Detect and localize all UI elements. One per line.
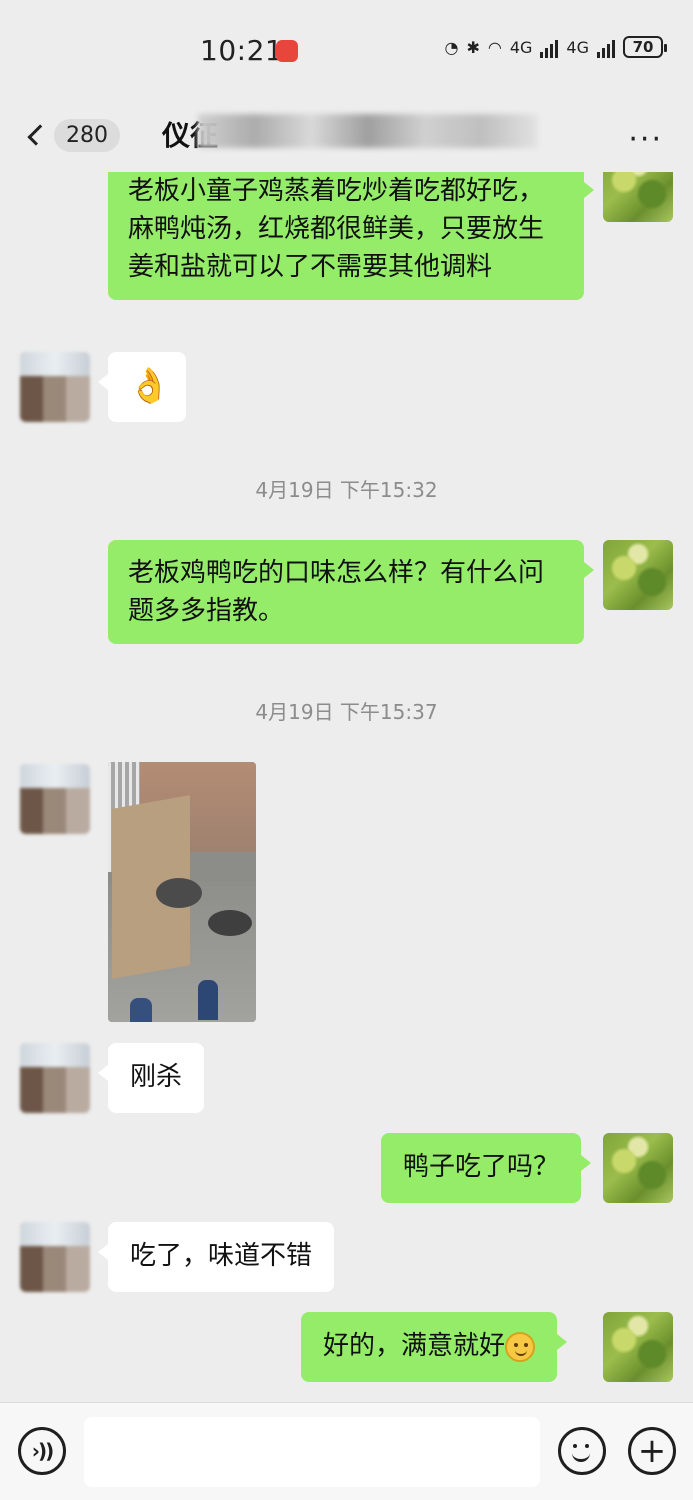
message-bubble-sent[interactable]: 好的，满意就好 [301,1312,568,1382]
bluetooth-icon: ✱ [466,37,480,57]
smile-emoji-icon [505,1331,536,1362]
signal-icon-a [540,36,559,58]
signal-icon-b [597,36,615,58]
emoji-button[interactable] [558,1427,606,1475]
chat-header: 280 仪征 ··· [0,100,693,172]
message-bubble-received[interactable]: 刚杀 [97,1043,205,1113]
self-avatar[interactable] [603,1312,673,1382]
ok-hand-emoji-icon: 👌 [128,366,171,406]
status-bar: 10:21 ◔ ✱ ◠ 4G 4G 70 [0,0,693,100]
status-time: 10:21 [200,34,284,67]
input-bar: ›)) + [0,1402,693,1500]
message-bubble-sent[interactable]: 老板鸡鸭吃的口味怎么样？有什么问题多多指教。 [108,540,594,644]
message-bubble-received[interactable]: 吃了，味道不错 [97,1222,335,1292]
back-button[interactable]: 280 [20,112,120,158]
contact-avatar[interactable] [20,1222,90,1292]
wifi-icon: ◠ [487,37,502,57]
chat-message-list[interactable]: 老板小童子鸡蒸着吃炒着吃都好吃，麻鸭炖汤，红烧都很鲜美，只要放生姜和盐就可以了不… [0,172,693,1402]
contact-avatar[interactable] [20,1043,90,1113]
plus-icon: + [637,1431,667,1471]
contact-avatar[interactable] [20,352,90,422]
self-avatar[interactable] [603,172,673,222]
more-options-button[interactable]: ··· [628,122,663,157]
chevron-left-icon [27,124,49,146]
notification-icon [276,40,298,62]
message-timestamp: 4月19日 下午15:37 [255,700,438,724]
image-message[interactable] [108,762,256,1022]
blurred-title-region [198,114,538,148]
message-bubble-sent[interactable]: 鸭子吃了吗？ [381,1133,592,1203]
status-icons: ◔ ✱ ◠ 4G 4G 70 [444,36,667,58]
unread-count-badge: 280 [54,118,120,152]
voice-input-button[interactable]: ›)) [18,1427,66,1475]
network-label-b: 4G [566,37,589,57]
network-label-a: 4G [509,37,533,57]
smiley-face-icon [569,1438,595,1464]
self-avatar[interactable] [603,540,673,610]
message-text: 好的，满意就好 [323,1331,506,1361]
speed-icon: ◔ [444,37,459,57]
battery-icon: 70 [623,36,667,58]
message-input[interactable] [84,1417,540,1487]
voice-wave-icon: ›)) [31,1439,54,1463]
more-actions-button[interactable]: + [628,1427,676,1475]
message-bubble-sent[interactable]: 老板小童子鸡蒸着吃炒着吃都好吃，麻鸭炖汤，红烧都很鲜美，只要放生姜和盐就可以了不… [108,172,594,300]
message-timestamp: 4月19日 下午15:32 [255,478,438,502]
contact-avatar[interactable] [20,764,90,834]
message-bubble-received[interactable]: 👌 [98,352,186,422]
self-avatar[interactable] [603,1133,673,1203]
